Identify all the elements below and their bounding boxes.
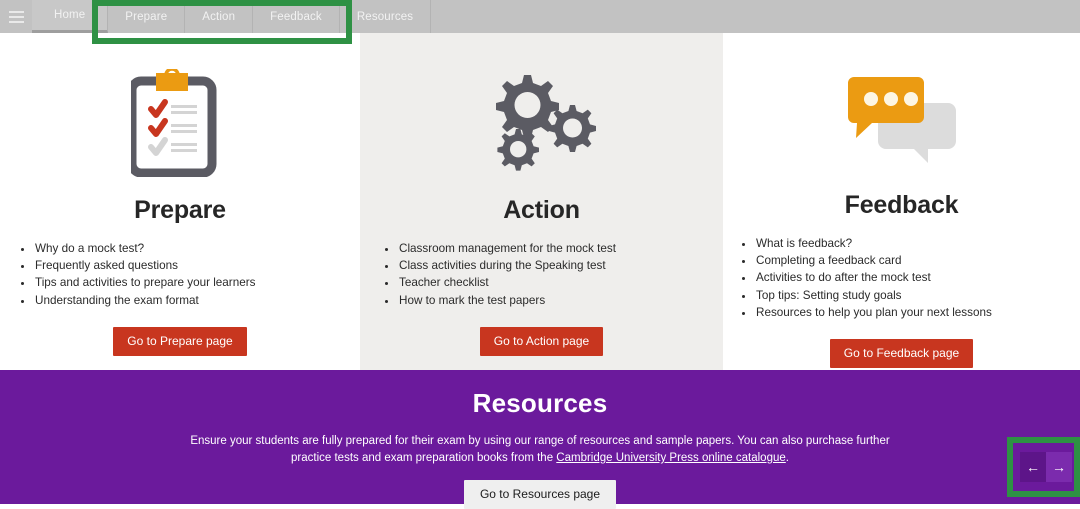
column-title-feedback: Feedback [844,191,959,219]
bullet-list-prepare: Why do a mock test? Frequently asked que… [34,241,360,309]
next-arrow-icon[interactable]: → [1046,452,1072,482]
hamburger-line [8,10,24,13]
list-item: Classroom management for the mock test [398,241,723,257]
column-title-action: Action [503,196,580,224]
go-to-action-page-button[interactable]: Go to Action page [479,326,604,356]
nav-item-prepare[interactable]: Prepare [108,0,186,33]
nav-item-home[interactable]: Home [32,0,109,33]
cambridge-catalogue-link[interactable]: Cambridge University Press online catalo… [556,452,785,464]
clipboard-checklist-icon [0,55,360,190]
list-item: Why do a mock test? [34,241,360,257]
list-item: Resources to help you plan your next les… [755,305,1080,321]
resources-description: Ensure your students are fully prepared … [190,433,890,467]
list-item: What is feedback? [755,236,1080,252]
list-item: Completing a feedback card [755,253,1080,269]
column-action: Action Classroom management for the mock… [360,33,723,370]
column-title-prepare: Prepare [134,196,226,224]
list-item: Understanding the exam format [34,293,360,309]
nav-item-label: Home [54,9,86,21]
hamburger-line [8,15,24,18]
list-item: Top tips: Setting study goals [755,288,1080,304]
resources-text-after-link: . [785,452,789,464]
nav-item-resources[interactable]: Resources [339,0,432,33]
list-item: Teacher checklist [398,275,723,291]
list-item: Activities to do after the mock test [755,270,1080,286]
hamburger-line [8,20,24,23]
go-to-resources-page-button[interactable]: Go to Resources page [463,480,617,509]
go-to-feedback-page-button[interactable]: Go to Feedback page [829,339,974,369]
go-to-prepare-page-button[interactable]: Go to Prepare page [113,326,247,356]
nav-item-label: Feedback [270,10,322,23]
bullet-list-feedback: What is feedback? Completing a feedback … [755,236,1080,321]
nav-item-label: Prepare [125,10,168,23]
nav-item-label: Resources [356,10,414,23]
previous-arrow-icon[interactable]: ← [1020,452,1046,482]
resources-section: Resources Ensure your students are fully… [0,370,1080,509]
list-item: Frequently asked questions [34,258,360,274]
nav-item-feedback[interactable]: Feedback [253,0,340,33]
list-item: How to mark the test papers [398,293,723,309]
nav-item-label: Action [202,10,236,23]
column-prepare: Prepare Why do a mock test? Frequently a… [0,33,360,370]
top-navigation-bar: Home Prepare Action Feedback Resources [0,0,1080,33]
page-root: Home Prepare Action Feedback Resources P… [0,0,1080,509]
column-feedback: Feedback What is feedback? Completing a … [723,33,1080,370]
feature-columns: Prepare Why do a mock test? Frequently a… [0,33,1080,370]
hamburger-menu-icon[interactable] [0,0,32,33]
resources-title: Resources [472,388,608,418]
nav-item-action[interactable]: Action [185,0,254,33]
list-item: Class activities during the Speaking tes… [398,258,723,274]
gears-icon [360,55,723,190]
pagination-arrows: ← → [1020,452,1072,482]
nav-items: Home Prepare Action Feedback Resources [32,0,432,33]
list-item: Tips and activities to prepare your lear… [34,275,360,291]
bullet-list-action: Classroom management for the mock test C… [398,241,723,309]
speech-bubbles-icon [723,63,1080,181]
